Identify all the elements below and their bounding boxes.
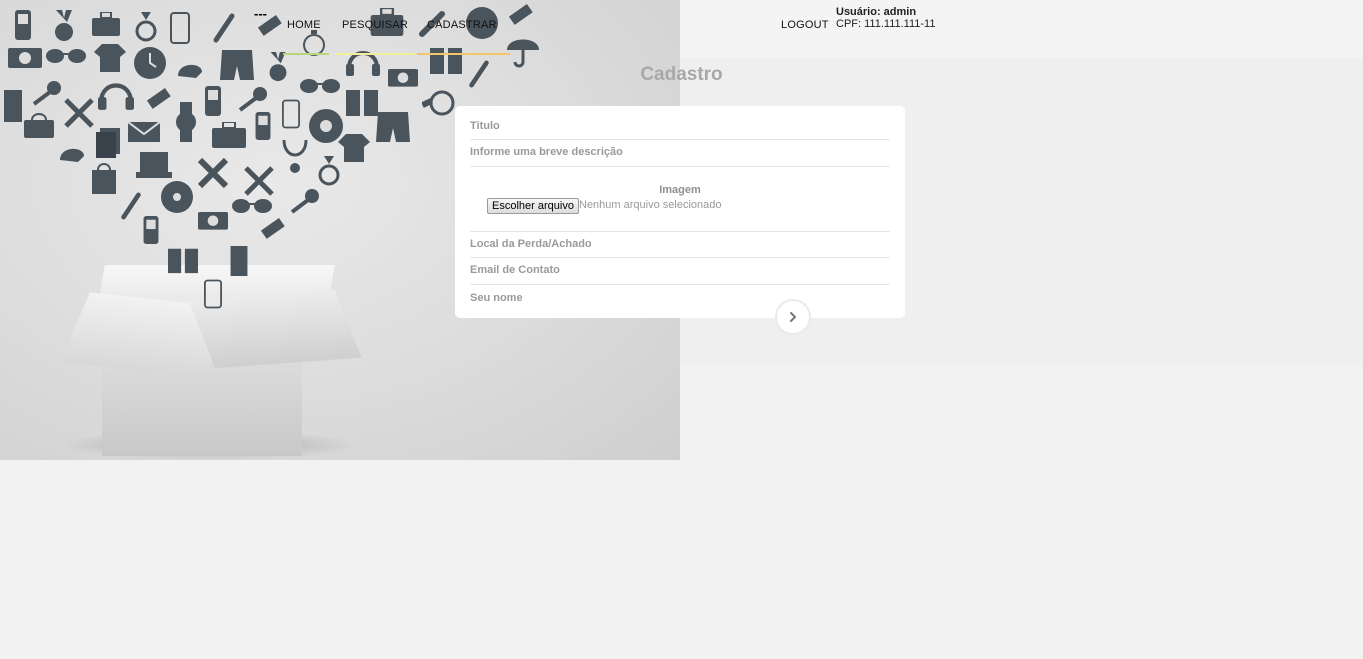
file-status-text: Nenhum arquivo selecionado <box>579 199 722 211</box>
book-icon <box>168 248 198 274</box>
phone-icon <box>255 112 271 140</box>
paperclip-icon <box>121 192 141 220</box>
nav-underline-pesquisar <box>335 53 415 55</box>
document-icon <box>4 90 22 122</box>
nav-underline-cadastrar <box>417 53 510 55</box>
medal-icon <box>55 10 73 41</box>
descricao-field[interactable]: Informe uma breve descrição <box>470 140 890 167</box>
key-icon <box>238 87 267 112</box>
camera-icon <box>198 211 228 230</box>
nome-field[interactable]: Seu nome <box>470 285 890 311</box>
book-icon <box>346 90 378 116</box>
imagem-label: Imagem <box>659 184 701 196</box>
ring-icon <box>135 12 157 42</box>
smartphone-icon <box>282 99 300 129</box>
paperclip-icon <box>213 13 235 43</box>
toolbox-icon <box>212 122 246 148</box>
next-button[interactable] <box>775 299 811 335</box>
chevron-right-icon <box>790 312 796 322</box>
smartphone-icon <box>204 279 222 309</box>
usb-drive-icon <box>146 88 171 109</box>
cd-icon <box>161 181 193 213</box>
nav-pesquisar-link[interactable]: PESQUISAR <box>342 19 408 31</box>
imagem-upload-section: Imagem Escolher arquivo Nenhum arquivo s… <box>470 167 890 232</box>
briefcase-icon <box>92 12 120 36</box>
header-separator: --- <box>254 6 267 21</box>
laptop-icon <box>136 152 172 178</box>
ruler-pencil-icon <box>197 157 229 189</box>
registration-form: Titulo Informe uma breve descrição Image… <box>455 106 905 318</box>
email-field[interactable]: Email de Contato <box>470 258 890 285</box>
local-field[interactable]: Local da Perda/Achado <box>470 232 890 258</box>
tshirt-icon <box>338 134 370 162</box>
usb-drive-icon <box>260 218 285 239</box>
phone-icon <box>205 86 221 116</box>
phone-icon <box>15 10 31 40</box>
titulo-field[interactable]: Titulo <box>470 106 890 140</box>
page-title: Cadastro <box>640 64 723 85</box>
user-name-label: Usuário: admin <box>836 6 917 18</box>
sunglasses-icon <box>232 199 272 213</box>
user-cpf-label: CPF: 111.111.111-11 <box>836 18 936 30</box>
tools-icon <box>64 98 94 128</box>
document-icon <box>230 246 248 276</box>
choose-file-button[interactable]: Escolher arquivo <box>487 198 579 214</box>
usb-drive-icon <box>508 4 533 25</box>
documents-icon <box>96 128 120 158</box>
handbag-icon <box>24 113 54 138</box>
shorts-icon <box>376 112 410 142</box>
logout-link[interactable]: LOGOUT <box>781 19 829 31</box>
key-icon <box>290 189 319 214</box>
phone-icon <box>143 216 159 244</box>
shopping-bag-icon <box>92 163 116 194</box>
helmet-icon <box>60 148 84 162</box>
envelope-icon <box>128 122 160 142</box>
stethoscope-icon <box>282 140 308 173</box>
nav-home-link[interactable]: HOME <box>287 19 321 31</box>
ring-icon <box>318 156 340 186</box>
tools-icon <box>244 166 274 196</box>
nav-cadastrar-link[interactable]: CADASTRAR <box>427 19 497 31</box>
nav-underline-home <box>283 53 329 55</box>
umbrella-icon <box>507 39 539 68</box>
watch-icon <box>176 102 196 142</box>
smartphone-icon <box>170 12 190 44</box>
sunglasses-icon <box>46 49 86 63</box>
